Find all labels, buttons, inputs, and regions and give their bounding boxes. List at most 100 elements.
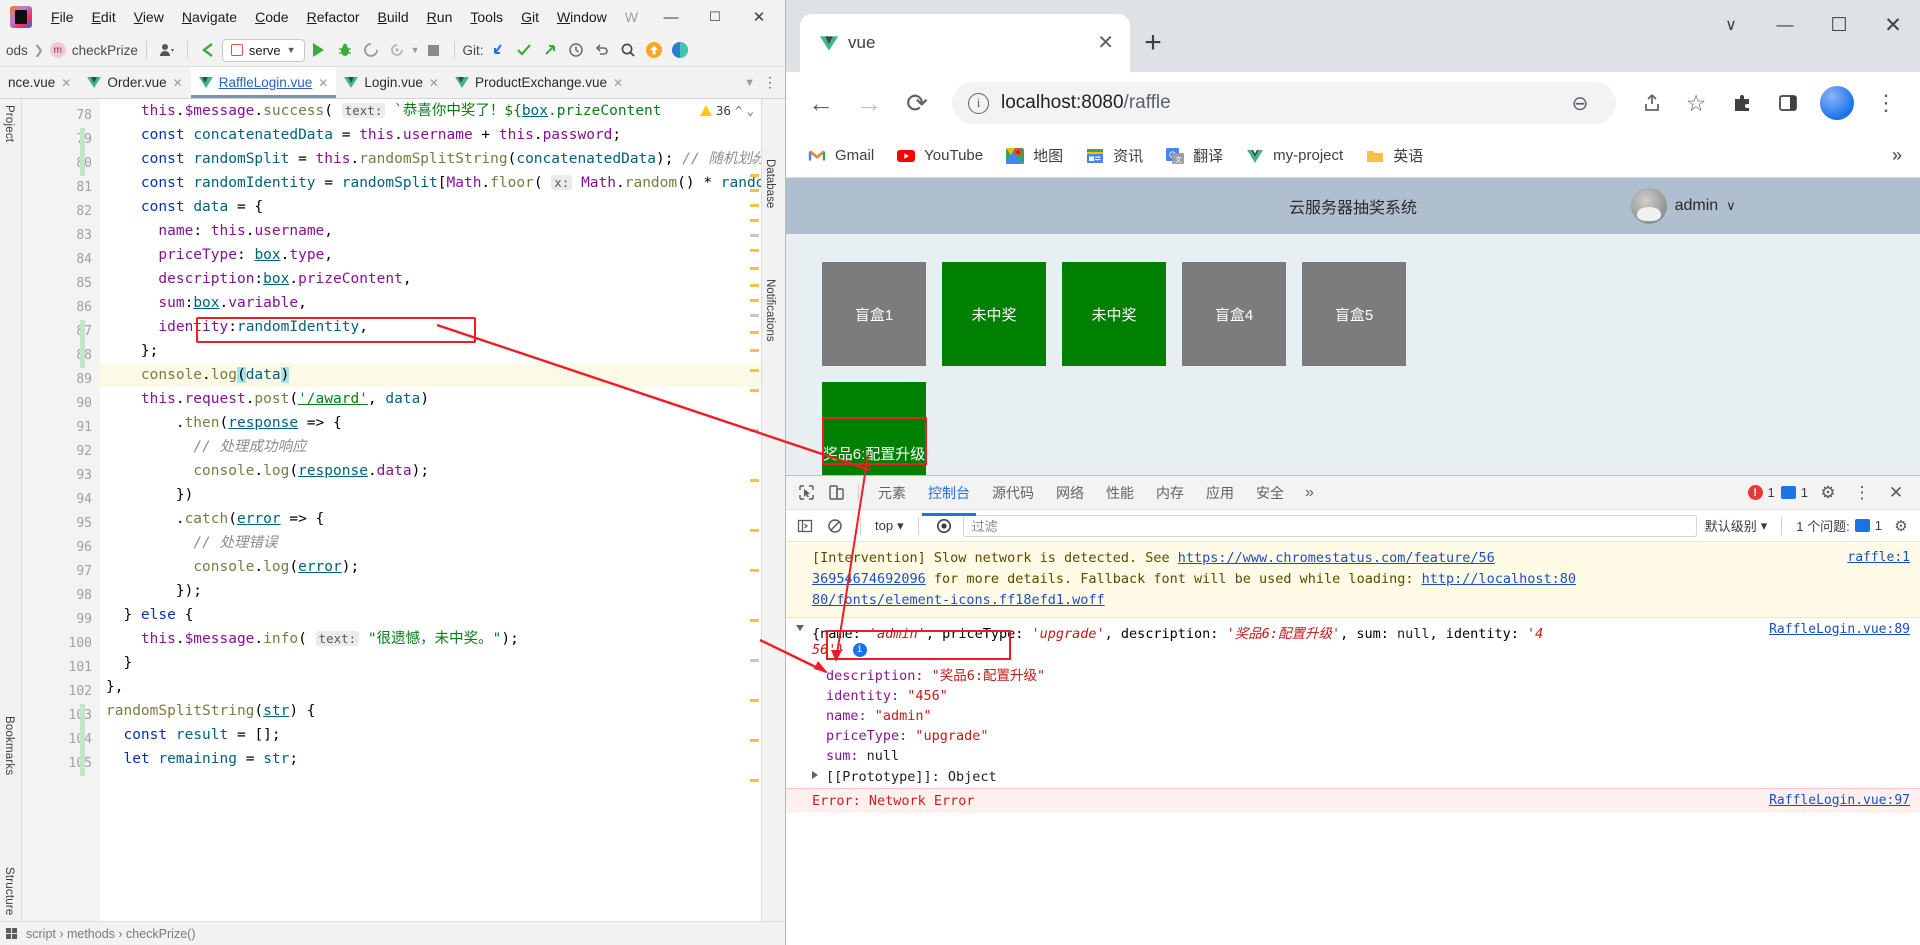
devtools-tab-网络[interactable]: 网络	[1045, 477, 1095, 509]
devtools-close-icon[interactable]: ✕	[1882, 479, 1910, 507]
tool-window-project[interactable]: Project	[3, 105, 15, 142]
font-link-2[interactable]: 80/fonts/element-icons.ff18efd1.woff	[812, 592, 1105, 608]
bookmark-translate[interactable]: G文 翻译	[1156, 140, 1232, 171]
code-line[interactable]: };	[100, 339, 761, 363]
devtools-tab-应用[interactable]: 应用	[1195, 477, 1245, 509]
code-line[interactable]: .then(response => {	[100, 411, 761, 435]
console-settings-icon[interactable]: ⚙	[1890, 515, 1912, 537]
extensions-icon[interactable]	[1722, 83, 1762, 123]
zoom-out-icon[interactable]: ⊖	[1560, 83, 1600, 123]
devtools-tab-控制台[interactable]: 控制台	[917, 477, 981, 516]
devtools-tab-安全[interactable]: 安全	[1245, 477, 1295, 509]
bookmark-youtube[interactable]: YouTube	[887, 141, 992, 171]
user-silhouette-icon[interactable]	[155, 38, 179, 62]
code-line[interactable]: .catch(error => {	[100, 507, 761, 531]
code-line[interactable]: const data = {	[100, 195, 761, 219]
close-icon[interactable]: ✕	[1097, 33, 1114, 53]
code-line[interactable]: this.request.post('/award', data)	[100, 387, 761, 411]
expand-arrow-icon[interactable]	[796, 624, 804, 631]
vcs-update-icon[interactable]	[196, 38, 220, 62]
console-source-link[interactable]: RaffleLogin.vue:97	[1769, 793, 1910, 808]
code-line[interactable]: identity:randomIdentity,	[100, 315, 761, 339]
raffle-box[interactable]: 盲盒1	[822, 262, 926, 366]
tab-list-chevron-icon[interactable]: ▼	[744, 77, 755, 89]
code-editor[interactable]: 36 ^ ⌄ this.$message.success( text: `恭喜你…	[100, 99, 761, 945]
close-icon[interactable]: ✕	[318, 76, 328, 90]
update-project-icon[interactable]	[642, 38, 666, 62]
font-link-1[interactable]: http://localhost:80	[1422, 571, 1576, 587]
chromestatus-link-1[interactable]: https://www.chromestatus.com/feature/56	[1178, 550, 1495, 566]
code-line[interactable]: randomSplitString(str) {	[100, 699, 761, 723]
breadcrumb-method[interactable]: checkPrize	[72, 43, 138, 58]
browser-tab[interactable]: vue ✕	[800, 14, 1130, 72]
code-line[interactable]: name: this.username,	[100, 219, 761, 243]
message-count-badge[interactable]: 1	[1780, 485, 1808, 500]
code-line[interactable]: });	[100, 579, 761, 603]
tab-options-icon[interactable]: ⋮	[763, 74, 777, 91]
menu-window[interactable]: Window	[548, 5, 616, 29]
tool-window-structure[interactable]: Structure	[3, 867, 15, 915]
bookmarks-overflow-icon[interactable]: »	[1892, 145, 1908, 166]
raffle-box[interactable]: 未中奖	[942, 262, 1046, 366]
bookmark-news[interactable]: 资讯	[1076, 140, 1152, 171]
live-expression-icon[interactable]	[933, 515, 955, 537]
menu-tools[interactable]: Tools	[461, 5, 512, 29]
editor-gutter[interactable]: 78 7980 81 82 83 84 85 86 8788– 89 90 91– 92 93 94–95–…	[22, 99, 114, 945]
console-object-log[interactable]: RaffleLogin.vue:89 {name: 'admin', price…	[786, 618, 1920, 662]
menu-run[interactable]: Run	[418, 5, 462, 29]
history-icon[interactable]	[564, 38, 588, 62]
side-panel-icon[interactable]	[1768, 83, 1808, 123]
code-line[interactable]: // 处理成功响应	[100, 435, 761, 459]
code-line[interactable]: description:box.prizeContent,	[100, 267, 761, 291]
bookmark-star-icon[interactable]: ☆	[1676, 83, 1716, 123]
info-badge-icon[interactable]: i	[852, 642, 867, 657]
breadcrumb-package[interactable]: ods	[6, 43, 28, 58]
devtools-more-icon[interactable]: ⋮	[1848, 479, 1876, 507]
profiler-icon[interactable]	[385, 38, 409, 62]
code-line[interactable]: this.$message.info( text: "很遗憾，未中奖。");	[100, 627, 761, 651]
menu-refactor[interactable]: Refactor	[298, 5, 369, 29]
menu-edit[interactable]: Edit	[83, 5, 125, 29]
console-prototype-row[interactable]: [[Prototype]]: Object	[786, 766, 1920, 788]
raffle-box[interactable]: 盲盒5	[1302, 262, 1406, 366]
execution-context-selector[interactable]: top ▾	[875, 518, 904, 534]
share-icon[interactable]	[1630, 83, 1670, 123]
inspection-widget[interactable]: 36 ^ ⌄	[696, 101, 757, 120]
console-property-row[interactable]: identity: "456"	[826, 686, 1920, 706]
editor-tab-0[interactable]: nce.vue ✕	[0, 67, 79, 98]
devtools-tab-内存[interactable]: 内存	[1145, 477, 1195, 509]
close-icon[interactable]: ✕	[429, 76, 439, 90]
tool-window-notifications[interactable]: Notifications	[764, 279, 776, 342]
expand-arrow-icon[interactable]	[812, 770, 818, 779]
editor-tab-4[interactable]: ProductExchange.vue ✕	[447, 67, 631, 98]
profiler-chevron-icon[interactable]: ▼	[411, 45, 420, 55]
close-icon[interactable]: ✕	[613, 76, 623, 90]
debug-button[interactable]	[333, 38, 357, 62]
menu-build[interactable]: Build	[369, 5, 418, 29]
code-line[interactable]: priceType: box.type,	[100, 243, 761, 267]
git-commit-icon[interactable]	[512, 38, 536, 62]
console-level-selector[interactable]: 默认级别 ▾	[1705, 516, 1768, 535]
device-toolbar-icon[interactable]	[822, 479, 850, 507]
editor-tab-2[interactable]: RaffleLogin.vue ✕	[190, 67, 337, 98]
page-info-icon[interactable]: i	[968, 92, 989, 114]
code-line[interactable]: console.log(data)	[100, 363, 761, 387]
code-line[interactable]: }	[100, 651, 761, 675]
menu-view[interactable]: View	[125, 5, 173, 29]
menu-file[interactable]: File	[42, 5, 83, 29]
browser-maximize-button[interactable]: ☐	[1812, 0, 1866, 50]
code-line[interactable]: this.$message.success( text: `恭喜你中奖了！${b…	[100, 99, 761, 123]
ide-maximize-button[interactable]: ☐	[693, 0, 737, 34]
ide-minimize-button[interactable]: —	[649, 0, 693, 34]
console-property-row[interactable]: priceType: "upgrade"	[826, 726, 1920, 746]
profile-avatar[interactable]	[1820, 86, 1854, 120]
browser-preview-icon[interactable]	[668, 38, 692, 62]
tool-window-bookmarks[interactable]: Bookmarks	[3, 716, 15, 775]
browser-minimize-button[interactable]: —	[1758, 0, 1812, 50]
raffle-box[interactable]: 未中奖	[1062, 262, 1166, 366]
git-update-icon[interactable]	[486, 38, 510, 62]
issues-badge[interactable]: 1 个问题: 1	[1796, 516, 1882, 535]
console-property-row[interactable]: sum: null	[826, 746, 1920, 766]
devtools-settings-icon[interactable]: ⚙	[1814, 479, 1842, 507]
menu-navigate[interactable]: Navigate	[173, 5, 246, 29]
